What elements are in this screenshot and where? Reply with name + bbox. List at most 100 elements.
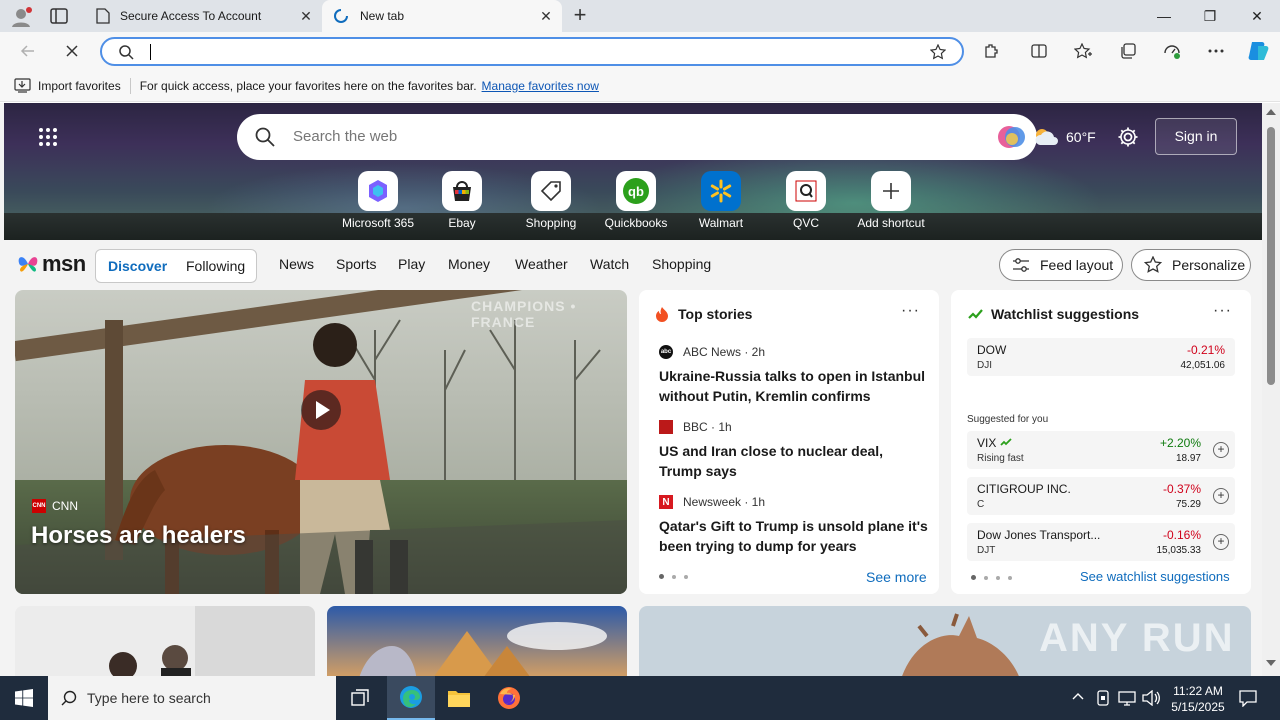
scrollbar-thumb[interactable] <box>1267 127 1275 385</box>
watchlist-row-citigroup[interactable]: CITIGROUP INC. C -0.37% 75.29 + <box>967 477 1235 515</box>
search-icon <box>118 44 134 60</box>
nav-shopping[interactable]: Shopping <box>652 256 711 272</box>
carousel-dots[interactable] <box>971 575 1012 580</box>
system-clock[interactable]: 11:22 AM 5/15/2025 <box>1162 683 1234 715</box>
task-view-icon <box>351 689 369 706</box>
watchlist-row-dow[interactable]: DOW DJI -0.21% 42,051.06 <box>967 338 1235 376</box>
minimize-button[interactable]: — <box>1141 0 1187 32</box>
restore-button[interactable]: ❐ <box>1187 0 1233 32</box>
watchlist-more-icon[interactable]: ··· <box>1213 302 1232 320</box>
task-view-button[interactable] <box>336 676 384 720</box>
page-scrollbar[interactable] <box>1262 103 1280 676</box>
nav-news[interactable]: News <box>279 256 314 272</box>
tab-actions-icon[interactable] <box>50 8 68 24</box>
nav-weather[interactable]: Weather <box>515 256 568 272</box>
scroll-down-arrow-icon[interactable] <box>1266 660 1276 666</box>
featured-video-card[interactable]: CHAMPIONS • FRANCE CNN CNN Horses are he… <box>15 290 627 594</box>
personalize-star-icon <box>1144 256 1162 274</box>
news-card[interactable]: ANY RUN <box>639 606 1251 676</box>
favorites-icon[interactable] <box>1068 36 1098 66</box>
stock-change: +2.20% <box>1159 436 1201 450</box>
split-screen-icon[interactable] <box>1024 36 1054 66</box>
performance-icon[interactable] <box>1157 36 1187 66</box>
taskbar-file-explorer[interactable] <box>435 676 483 720</box>
add-to-watchlist-icon[interactable]: + <box>1213 534 1229 550</box>
shortcut-microsoft-365[interactable]: Microsoft 365 <box>333 171 423 230</box>
watchlist-row-vix[interactable]: VIX Rising fast +2.20% 18.97 + <box>967 431 1235 469</box>
personalize-button[interactable]: Personalize <box>1131 249 1251 281</box>
shortcut-ebay[interactable]: Ebay <box>417 171 507 230</box>
sign-in-button[interactable]: Sign in <box>1155 118 1237 155</box>
feed-layout-button[interactable]: Feed layout <box>999 249 1123 281</box>
top-stories-card: Top stories ··· abc ABC News · 2h Ukrain… <box>639 290 939 594</box>
copilot-icon[interactable] <box>1243 36 1273 66</box>
stock-name: VIX <box>977 436 997 450</box>
add-to-watchlist-icon[interactable]: + <box>1213 488 1229 504</box>
play-icon[interactable] <box>301 390 341 430</box>
import-favorites-button[interactable]: Import favorites <box>38 79 121 93</box>
import-favorites-icon[interactable] <box>14 78 31 93</box>
more-icon[interactable] <box>1201 36 1231 66</box>
address-bar[interactable] <box>100 37 964 66</box>
profile-icon[interactable] <box>10 6 32 28</box>
app-launcher-icon[interactable] <box>38 127 58 147</box>
nav-money[interactable]: Money <box>448 256 490 272</box>
address-input[interactable] <box>152 42 912 62</box>
tab-secure-access[interactable]: Secure Access To Account ✕ <box>84 0 322 32</box>
copilot-search-icon[interactable] <box>997 124 1027 150</box>
nav-play[interactable]: Play <box>398 256 425 272</box>
shortcut-quickbooks[interactable]: qb Quickbooks <box>591 171 681 230</box>
shortcut-shopping[interactable]: Shopping <box>506 171 596 230</box>
new-tab-button[interactable]: + <box>570 3 590 27</box>
msn-logo[interactable]: msn <box>16 251 86 277</box>
stop-icon[interactable] <box>57 36 87 66</box>
bbc-icon <box>659 420 673 434</box>
nav-sports[interactable]: Sports <box>336 256 376 272</box>
collections-icon[interactable] <box>1113 36 1143 66</box>
notifications-icon[interactable] <box>1239 689 1257 707</box>
taskbar-edge-app[interactable] <box>387 676 435 720</box>
tab-discover[interactable]: Discover <box>108 258 167 274</box>
hero-background: Search the web 60°F Sign in Microsoft 36… <box>4 103 1262 240</box>
watchlist-row-djt[interactable]: Dow Jones Transport... DJT -0.16% 15,035… <box>967 523 1235 561</box>
close-tab-icon[interactable]: ✕ <box>298 8 314 24</box>
taskbar-search-box[interactable]: Type here to search <box>48 676 336 720</box>
taskbar-firefox[interactable] <box>485 676 533 720</box>
web-search-placeholder[interactable]: Search the web <box>293 128 397 145</box>
extensions-icon[interactable] <box>976 36 1006 66</box>
featured-headline[interactable]: Horses are healers <box>31 522 246 550</box>
weather-temperature[interactable]: 60°F <box>1066 129 1096 145</box>
close-tab-icon[interactable]: ✕ <box>538 8 554 24</box>
web-search-box[interactable]: Search the web <box>237 114 1037 160</box>
news-card[interactable] <box>327 606 627 676</box>
manage-favorites-link[interactable]: Manage favorites now <box>482 79 599 93</box>
star-icon[interactable] <box>930 44 946 60</box>
add-shortcut-button[interactable]: Add shortcut <box>846 171 936 230</box>
network-icon[interactable] <box>1118 690 1136 706</box>
weather-cloud-icon[interactable] <box>1032 127 1060 147</box>
add-to-watchlist-icon[interactable]: + <box>1213 442 1229 458</box>
carousel-dots[interactable] <box>659 574 688 579</box>
top-stories-more-icon[interactable]: ··· <box>901 302 920 320</box>
volume-icon[interactable] <box>1142 690 1160 706</box>
feed-tab-group: Discover Following <box>95 249 257 283</box>
story-headline[interactable]: Ukraine-Russia talks to open in Istanbul… <box>659 366 929 406</box>
see-more-link[interactable]: See more <box>866 569 927 585</box>
shortcut-qvc[interactable]: QVC <box>761 171 851 230</box>
settings-gear-icon[interactable] <box>1117 126 1139 148</box>
shortcut-walmart[interactable]: Walmart <box>676 171 766 230</box>
device-icon[interactable] <box>1096 690 1110 706</box>
story-headline[interactable]: US and Iran close to nuclear deal, Trump… <box>659 441 929 481</box>
scroll-up-arrow-icon[interactable] <box>1266 109 1276 115</box>
story-headline[interactable]: Qatar's Gift to Trump is unsold plane it… <box>659 516 929 556</box>
tab-following[interactable]: Following <box>186 258 245 274</box>
see-watchlist-suggestions-link[interactable]: See watchlist suggestions <box>1080 569 1230 584</box>
back-arrow-icon[interactable] <box>13 36 43 66</box>
tab-new-tab[interactable]: New tab ✕ <box>322 0 562 32</box>
news-card[interactable] <box>15 606 315 676</box>
show-hidden-icons-chevron-icon[interactable] <box>1072 692 1084 700</box>
nav-watch[interactable]: Watch <box>590 256 629 272</box>
shortcut-label: Add shortcut <box>857 216 925 230</box>
start-button[interactable] <box>0 676 48 720</box>
close-window-button[interactable]: ✕ <box>1234 0 1280 32</box>
